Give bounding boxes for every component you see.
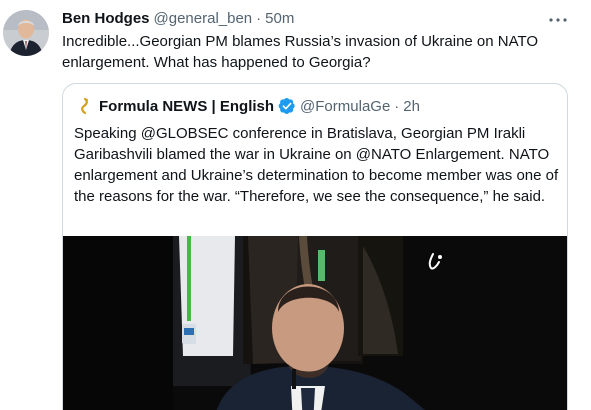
formula-logo-icon[interactable] — [75, 97, 93, 115]
verified-badge-icon — [278, 97, 296, 115]
quoted-tweet-header: Formula NEWS | English @FormulaGe · 2h — [75, 96, 420, 116]
author-handle[interactable]: @general_ben — [154, 10, 253, 27]
tweet-text: Incredible...Georgian PM blames Russia’s… — [62, 33, 539, 71]
quoted-video[interactable] — [63, 236, 567, 410]
quoted-tweet-text: Speaking @GLOBSEC conference in Bratisla… — [74, 125, 559, 205]
tweet[interactable]: Ben Hodges @general_ben · 50m Incredible… — [0, 0, 591, 410]
tweet-timestamp[interactable]: 50m — [265, 10, 294, 27]
more-icon[interactable] — [546, 10, 570, 30]
separator-dot: · — [394, 97, 400, 115]
tweet-header: Ben Hodges @general_ben · 50m — [62, 10, 294, 30]
quoted-source-name[interactable]: Formula NEWS | English — [99, 98, 274, 115]
author-avatar[interactable] — [3, 10, 49, 56]
quoted-tweet-timestamp[interactable]: 2h — [403, 98, 420, 115]
separator-dot: · — [256, 10, 262, 27]
quoted-source-handle[interactable]: @FormulaGe — [300, 98, 390, 115]
quoted-tweet[interactable]: Formula NEWS | English @FormulaGe · 2h S… — [62, 83, 568, 410]
video-frame — [63, 236, 567, 410]
author-name[interactable]: Ben Hodges — [62, 10, 150, 27]
